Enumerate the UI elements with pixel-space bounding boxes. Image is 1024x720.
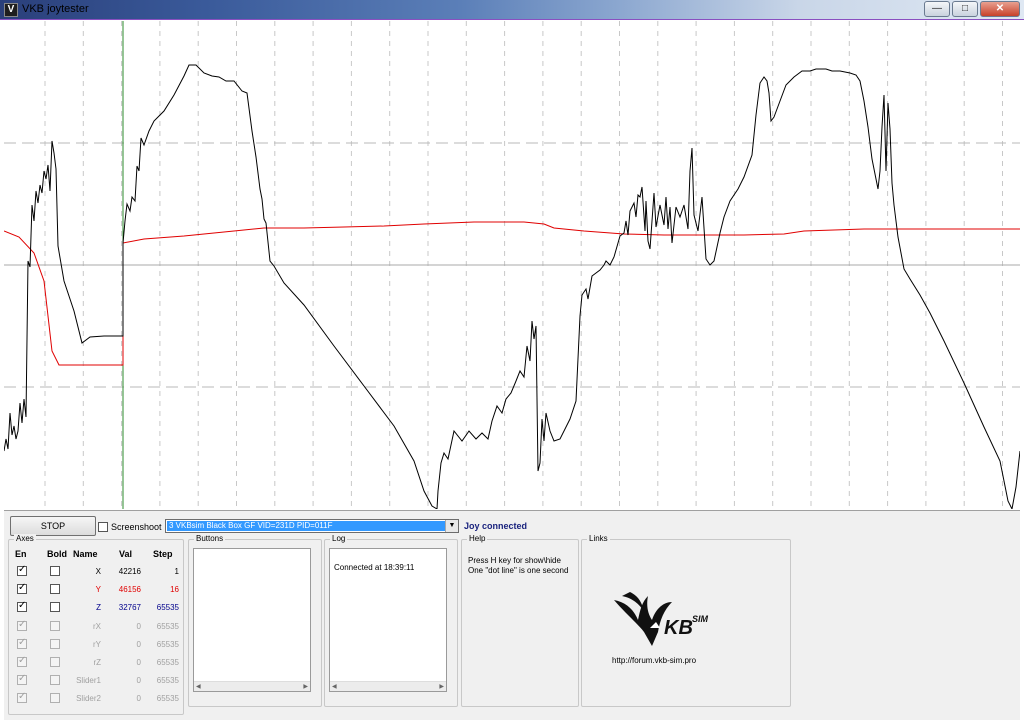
axis-enable-checkbox[interactable] bbox=[17, 691, 27, 704]
axis-name: Slider1 bbox=[76, 676, 101, 686]
plot-canvas bbox=[4, 21, 1020, 509]
help-line: One "dot line" is one second bbox=[468, 566, 569, 575]
axis-row-slider2: Slider2 0 65535 bbox=[9, 689, 185, 707]
log-list[interactable]: Connected at 18:39:11 ◀ ▶ bbox=[329, 548, 447, 692]
axis-row-x: X 42216 1 bbox=[9, 562, 185, 580]
axis-value: 32767 bbox=[118, 603, 141, 613]
axis-step: 65535 bbox=[156, 639, 179, 649]
axis-name: Slider2 bbox=[76, 694, 101, 704]
axis-bold-checkbox[interactable] bbox=[50, 602, 60, 613]
scroll-left-icon[interactable]: ◀ bbox=[196, 683, 201, 690]
scroll-right-icon[interactable]: ▶ bbox=[439, 683, 444, 690]
help-line: Press H key for show\hide bbox=[468, 556, 561, 565]
axes-group-title: Axes bbox=[14, 534, 36, 543]
header-step: Step bbox=[153, 549, 173, 559]
axis-bold-checkbox[interactable] bbox=[50, 657, 60, 667]
axis-enable-checkbox[interactable] bbox=[17, 655, 27, 667]
logo-subtext: SIM bbox=[692, 614, 709, 624]
buttons-scrollbar[interactable]: ◀ ▶ bbox=[194, 681, 310, 691]
help-group-title: Help bbox=[467, 534, 488, 543]
axis-name: Z bbox=[96, 603, 101, 613]
axis-step: 16 bbox=[170, 585, 179, 595]
axis-value: 0 bbox=[136, 676, 141, 686]
device-dropdown[interactable]: 3 VKBsim Black Box GF VID=231D PID=011F … bbox=[165, 519, 459, 533]
axis-enable-checkbox[interactable] bbox=[17, 619, 27, 631]
axis-step: 65535 bbox=[156, 694, 179, 704]
axis-plot bbox=[4, 21, 1020, 509]
axis-enable-checkbox[interactable] bbox=[17, 637, 27, 649]
axis-bold-checkbox[interactable] bbox=[50, 566, 60, 576]
axis-name: rY bbox=[93, 639, 101, 649]
axis-row-slider1: Slider1 0 65535 bbox=[9, 671, 185, 689]
axis-bold-checkbox[interactable] bbox=[50, 620, 60, 631]
axis-row-ry: rY 0 65535 bbox=[9, 635, 185, 653]
axis-name: X bbox=[95, 567, 101, 576]
close-icon[interactable]: ✕ bbox=[980, 1, 1020, 17]
log-entry: Connected at 18:39:11 bbox=[334, 563, 415, 572]
axis-value: 42216 bbox=[118, 567, 141, 576]
axis-step: 65535 bbox=[156, 658, 179, 667]
header-val: Val bbox=[119, 549, 133, 559]
axis-value: 0 bbox=[136, 694, 141, 704]
help-group: Help Press H key for show\hide One "dot … bbox=[461, 534, 579, 707]
axis-step: 65535 bbox=[156, 603, 179, 613]
header-bold: Bold bbox=[47, 549, 67, 559]
log-scrollbar[interactable]: ◀ ▶ bbox=[330, 681, 446, 691]
title-bar: V VKB joytester — □ ✕ bbox=[0, 0, 1024, 20]
links-group: Links KB SIM http://forum.vkb-sim.pro bbox=[581, 534, 791, 707]
maximize-icon[interactable]: □ bbox=[952, 1, 978, 17]
axis-enable-checkbox[interactable] bbox=[17, 564, 27, 576]
axis-row-y: Y 46156 16 bbox=[9, 580, 185, 598]
log-group: Log Connected at 18:39:11 ◀ ▶ bbox=[324, 534, 458, 707]
buttons-group: Buttons ◀ ▶ bbox=[188, 534, 322, 707]
axis-step: 65535 bbox=[156, 676, 179, 686]
axis-bold-checkbox[interactable] bbox=[50, 693, 60, 704]
x-axis-trace bbox=[4, 64, 1020, 509]
axis-bold-checkbox[interactable] bbox=[50, 638, 60, 649]
header-name: Name bbox=[73, 549, 98, 559]
axes-group: Axes En Bold Name Val Step X 42216 1 Y 46156… bbox=[8, 534, 185, 715]
scroll-left-icon[interactable]: ◀ bbox=[332, 683, 337, 690]
app-icon: V bbox=[4, 3, 18, 17]
axis-name: Y bbox=[95, 585, 101, 595]
axis-bold-checkbox[interactable] bbox=[50, 675, 60, 686]
axis-row-z: Z 32767 65535 bbox=[9, 598, 185, 616]
logo-text: KB bbox=[664, 617, 693, 639]
header-en: En bbox=[15, 549, 27, 559]
axis-step: 1 bbox=[174, 567, 179, 576]
axis-step: 65535 bbox=[156, 621, 179, 631]
axis-name: rZ bbox=[93, 658, 101, 667]
axis-enable-checkbox[interactable] bbox=[17, 600, 27, 613]
connection-status: Joy connected bbox=[464, 521, 528, 531]
screenshot-label: Screenshoot bbox=[111, 522, 162, 532]
axis-value: 0 bbox=[136, 658, 141, 667]
forum-link[interactable]: http://forum.vkb-sim.pro bbox=[612, 656, 696, 665]
axis-bold-checkbox[interactable] bbox=[50, 584, 60, 595]
axis-enable-checkbox[interactable] bbox=[17, 673, 27, 686]
links-group-title: Links bbox=[587, 534, 610, 543]
y-axis-trace bbox=[4, 221, 1020, 366]
scroll-right-icon[interactable]: ▶ bbox=[303, 683, 308, 690]
log-group-title: Log bbox=[330, 534, 348, 543]
buttons-list[interactable]: ◀ ▶ bbox=[193, 548, 311, 692]
axis-name: rX bbox=[93, 621, 101, 631]
axis-enable-checkbox[interactable] bbox=[17, 582, 27, 595]
control-panel: STOP Screenshoot 3 VKBsim Black Box GF V… bbox=[4, 510, 1020, 720]
screenshot-checkbox[interactable] bbox=[98, 522, 108, 532]
chevron-down-icon[interactable]: ▼ bbox=[445, 520, 458, 532]
axis-value: 46156 bbox=[118, 585, 141, 595]
device-selected-value: 3 VKBsim Black Box GF VID=231D PID=011F bbox=[167, 521, 445, 531]
window-controls: — □ ✕ bbox=[924, 1, 1020, 17]
axis-value: 0 bbox=[136, 621, 141, 631]
buttons-group-title: Buttons bbox=[194, 534, 226, 543]
axis-row-rx: rX 0 65535 bbox=[9, 617, 185, 635]
axis-row-rz: rZ 0 65535 bbox=[9, 653, 185, 671]
window-title: VKB joytester bbox=[22, 3, 89, 15]
stop-button[interactable]: STOP bbox=[10, 516, 96, 536]
vkbsim-logo[interactable]: KB SIM bbox=[612, 588, 722, 650]
axis-value: 0 bbox=[136, 639, 141, 649]
minimize-icon[interactable]: — bbox=[924, 1, 950, 17]
